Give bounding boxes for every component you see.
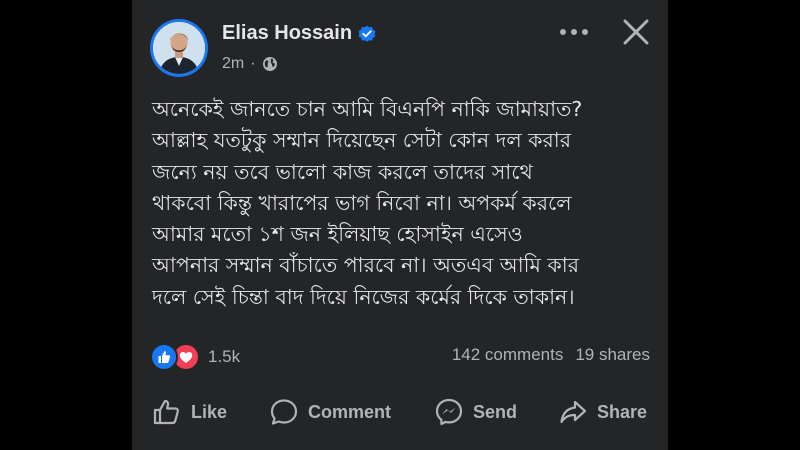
messenger-icon [435,398,463,426]
share-label: Share [597,401,648,422]
close-button[interactable] [618,14,654,50]
shares-count[interactable]: 19 shares [575,345,650,365]
author-name[interactable]: Elias Hossain [222,22,352,45]
send-button[interactable]: Send [434,390,517,434]
send-label: Send [473,401,518,422]
post-text-line: দলে সেই চিন্তা বাদ দিয়ে নিজের কর্মের দি… [152,284,575,309]
close-icon [623,19,649,45]
comments-count[interactable]: 142 comments [452,345,564,365]
more-options-button[interactable] [552,18,596,46]
action-bar: Like Comment Send Share [132,390,668,434]
post-text-line: আল্লাহ যতটুকু সম্মান দিয়েছেন সেটা কোন দ… [152,128,572,153]
meta-separator: · [250,55,256,72]
comment-label: Comment [308,401,392,422]
share-arrow-icon [560,400,587,424]
post-stats: 142 comments 19 shares [452,345,650,365]
post-meta: 2m · [222,55,278,73]
post-text: অনেকেই জানতে চান আমি বিএনপি নাকি জামায়া… [152,94,662,313]
post-card: Elias Hossain 2m · অনেকেই জানতে চান আমি … [132,0,668,450]
avatar[interactable] [150,19,208,77]
like-button[interactable]: Like [152,390,227,434]
more-icon [560,29,588,35]
reaction-summary[interactable]: 1.5k [150,343,240,371]
comment-button[interactable]: Comment [269,390,391,434]
verified-badge-icon [358,25,376,43]
post-text-line: অনেকেই জানতে চান আমি বিএনপি নাকি জামায়া… [152,97,583,121]
post-text-line: আপনার সম্মান বাঁচাতে পারবে না। অতএব আমি … [152,253,579,278]
comment-bubble-icon [270,399,298,425]
post-text-line: জন্যে নয় তবে ভালো কাজ করলে তাদের সাথে [152,159,533,184]
post-text-line: থাকবো কিন্তু খারাপের ভাগ নিবো না। অপকর্ম… [152,190,572,215]
post-text-line: আমার মতো ১শ জন ইলিয়াছ হোসাইন এসেও [152,222,523,247]
thumbs-up-icon [153,399,180,425]
like-label: Like [191,401,228,422]
like-reaction-icon [150,343,178,371]
reaction-count: 1.5k [208,347,241,366]
post-timestamp[interactable]: 2m [222,55,244,73]
globe-icon [262,56,278,72]
profile-photo [153,22,205,74]
share-button[interactable]: Share [558,390,647,434]
author-row: Elias Hossain [222,22,376,45]
